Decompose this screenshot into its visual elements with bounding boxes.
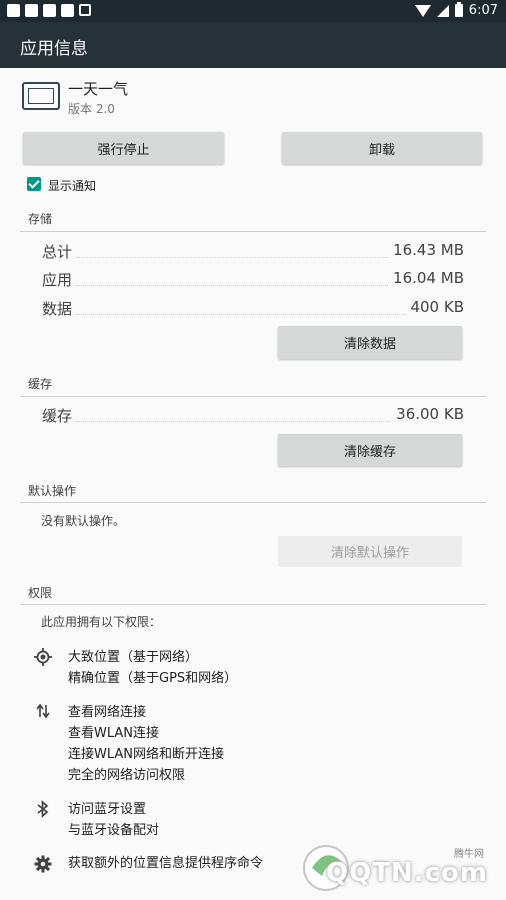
permission-item: 查看网络连接: [68, 705, 147, 720]
divider: [20, 604, 486, 605]
watermark-text: QQTN.com: [326, 858, 488, 888]
notification-icon: [25, 4, 38, 17]
cache-value: 36.00 KB: [396, 405, 464, 423]
watermark-logo: 腾牛网 QQTN.com: [298, 836, 498, 896]
permission-item: 完全的网络访问权限: [68, 768, 186, 783]
storage-total-label: 总计: [42, 243, 73, 261]
clock: 6:07: [468, 3, 498, 18]
storage-data-label: 数据: [42, 300, 73, 318]
storage-app-value: 16.04 MB: [393, 269, 464, 287]
dotted-leader: [76, 421, 390, 422]
clear-data-button[interactable]: 清除数据: [278, 326, 462, 359]
signal-icon: [436, 4, 449, 17]
notification-icons: [7, 4, 91, 17]
permission-item: 访问蓝牙设置: [68, 802, 147, 817]
app-name: 一天一气: [68, 80, 129, 98]
permission-group-bluetooth: 访问蓝牙设置 与蓝牙设备配对: [68, 799, 159, 841]
storage-data-value: 400 KB: [410, 298, 464, 316]
permission-item: 获取额外的位置信息提供程序命令: [68, 856, 264, 871]
permission-item: 与蓝牙设备配对: [68, 823, 160, 838]
storage-header: 存储: [28, 212, 53, 226]
divider: [20, 502, 486, 503]
cache-label: 缓存: [42, 407, 73, 425]
bluetooth-icon: [34, 800, 52, 818]
app-bar: 应用信息: [0, 22, 506, 68]
permission-group-location: 大致位置（基于网络） 精确位置（基于GPS和网络）: [68, 647, 237, 689]
wifi-icon: [414, 4, 431, 17]
permission-group-location-extra: 获取额外的位置信息提供程序命令: [68, 853, 263, 874]
location-icon: [34, 648, 52, 666]
status-bar: 6:07: [0, 0, 506, 22]
notification-icon: [43, 4, 56, 17]
divider: [20, 231, 486, 232]
image-icon: [79, 4, 91, 16]
divider: [20, 396, 486, 397]
storage-total-value: 16.43 MB: [393, 241, 464, 259]
force-stop-button[interactable]: 强行停止: [23, 132, 224, 164]
gear-icon: [34, 855, 52, 873]
notification-icon: [61, 4, 74, 17]
defaults-header: 默认操作: [28, 484, 77, 498]
clear-cache-button[interactable]: 清除缓存: [278, 434, 462, 466]
permission-item: 查看WLAN连接: [68, 726, 160, 741]
app-icon: [22, 82, 60, 110]
storage-app-label: 应用: [42, 271, 73, 289]
show-notifications-label: 显示通知: [48, 179, 97, 193]
battery-icon: [454, 2, 463, 17]
permission-group-network: 查看网络连接 查看WLAN连接 连接WLAN网络和断开连接 完全的网络访问权限: [68, 702, 224, 786]
uninstall-button[interactable]: 卸载: [282, 132, 482, 164]
dotted-leader: [76, 257, 388, 258]
dotted-leader: [76, 314, 406, 315]
app-version: 版本 2.0: [68, 102, 115, 116]
permissions-header: 权限: [28, 586, 53, 600]
notification-icon: [7, 4, 20, 17]
permission-item: 大致位置（基于网络）: [68, 650, 199, 665]
dotted-leader: [76, 285, 388, 286]
permission-item: 精确位置（基于GPS和网络）: [68, 671, 238, 686]
cache-header: 缓存: [28, 377, 53, 391]
show-notifications-checkbox[interactable]: [27, 177, 41, 191]
clear-defaults-button: 清除默认操作: [278, 536, 462, 567]
permission-item: 连接WLAN网络和断开连接: [68, 747, 225, 762]
network-arrows-icon: [34, 702, 52, 720]
page-title: 应用信息: [20, 39, 88, 59]
no-defaults-text: 没有默认操作。: [41, 514, 126, 528]
permissions-intro: 此应用拥有以下权限：: [41, 615, 162, 629]
